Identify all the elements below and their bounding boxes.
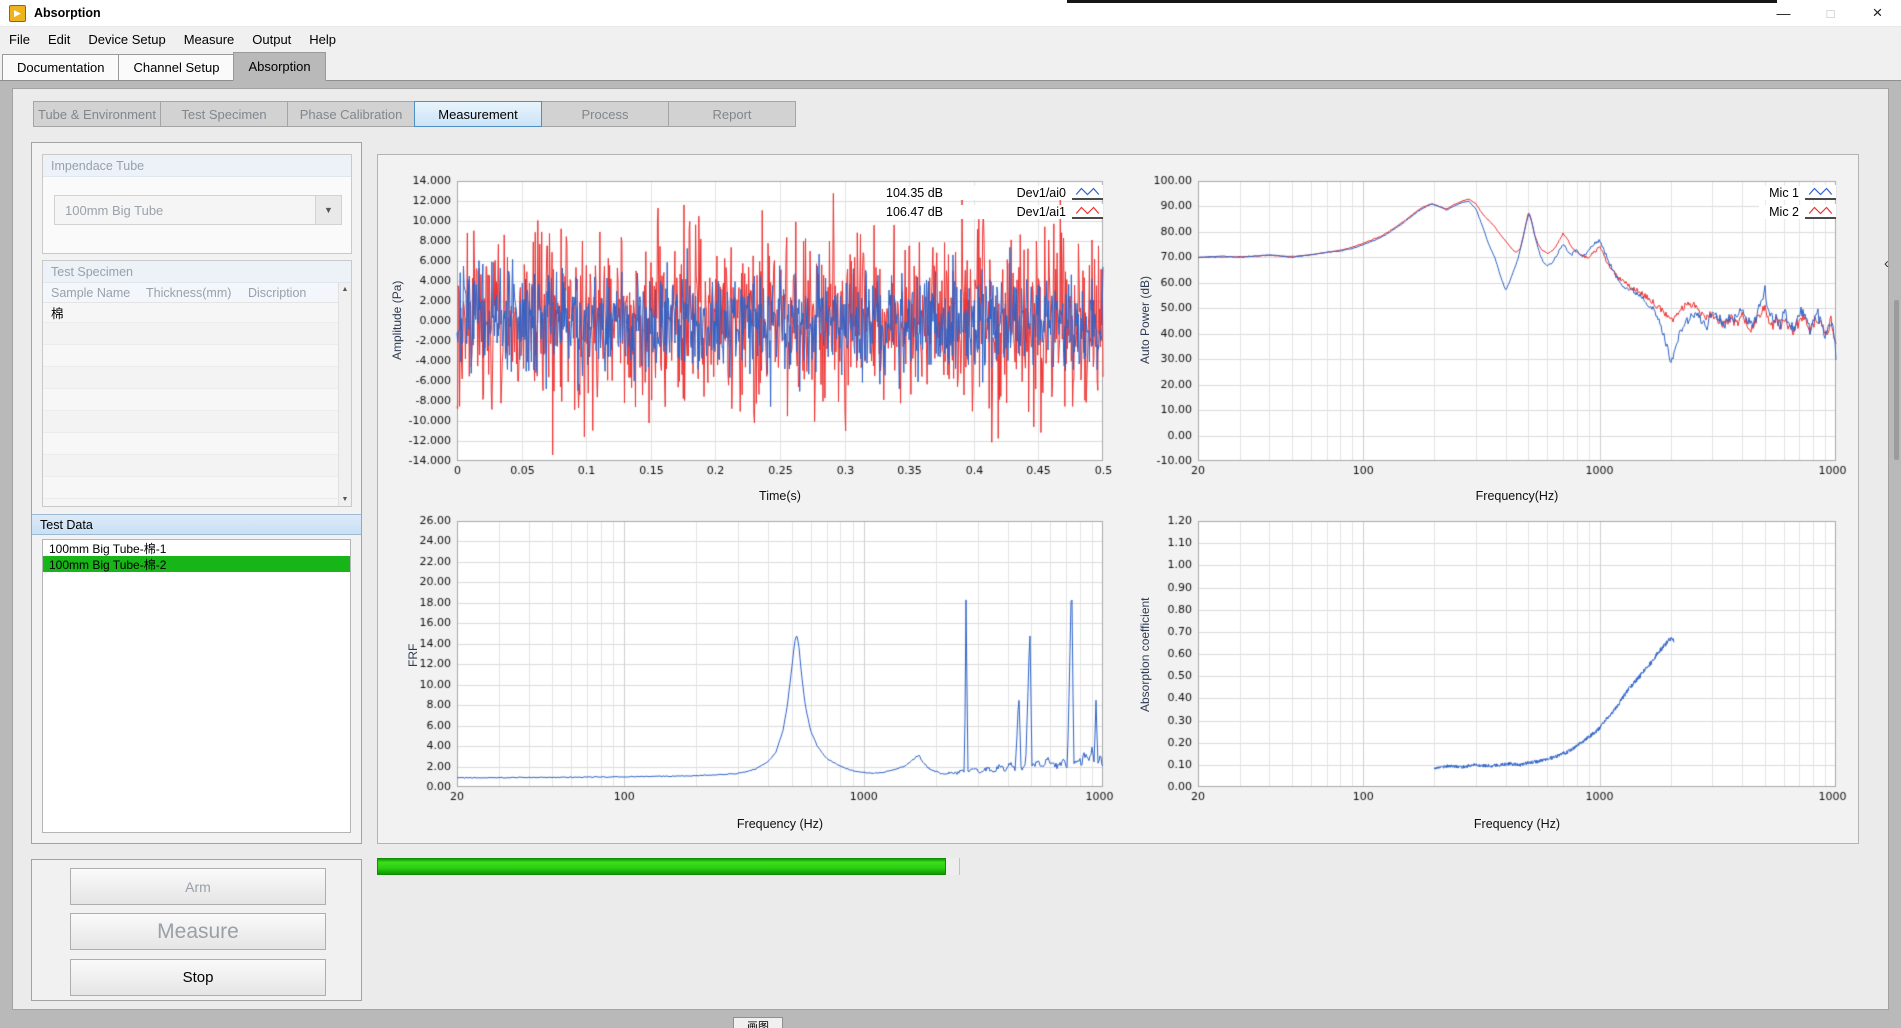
table-row[interactable]: [43, 455, 351, 477]
table-row[interactable]: [43, 323, 351, 345]
table-row[interactable]: [43, 345, 351, 367]
progress-fill: [377, 858, 946, 875]
menu-help[interactable]: Help: [300, 27, 345, 52]
application-window: ▶ Absorption — □ × File Edit Device Setu…: [0, 0, 1901, 1028]
absorption-page: Tube & Environment Test Specimen Phase C…: [0, 81, 1901, 1028]
legend-line-icon: [1805, 185, 1836, 200]
auto-power-legend: Mic 1 Mic 2: [1736, 183, 1836, 221]
collapse-chevron-icon[interactable]: ‹: [1884, 255, 1889, 272]
frf-plot: [378, 495, 1114, 815]
window-controls: — □ ×: [1760, 0, 1901, 26]
subtab-phase-calibration[interactable]: Phase Calibration: [287, 101, 415, 127]
cell-discription: [240, 303, 351, 322]
window-title: Absorption: [34, 6, 101, 20]
level-readout-ai1: 106.47 dB: [882, 205, 995, 219]
cell-thickness: [138, 303, 240, 322]
subtab-process[interactable]: Process: [541, 101, 669, 127]
test-specimen-table: Sample Name Thickness(mm) Discription 棉: [43, 283, 351, 506]
content-panel: Tube & Environment Test Specimen Phase C…: [12, 88, 1889, 1010]
subtab-tube-environment[interactable]: Tube & Environment: [33, 101, 161, 127]
legend-row: 106.47 dB Dev1/ai1: [858, 202, 1103, 221]
y-axis-title-absorption: Absorption coefficient: [1138, 573, 1152, 737]
maximize-button[interactable]: □: [1807, 0, 1854, 26]
charts-panel: Amplitude (Pa) Auto Power (dB) FRF Absor…: [377, 154, 1859, 844]
y-axis-title-amplitude: Amplitude (Pa): [390, 235, 404, 405]
bottom-tab-draw[interactable]: 画图: [733, 1017, 783, 1028]
impedance-tube-group: Impendace Tube 100mm Big Tube ▼: [42, 154, 352, 254]
col-thickness: Thickness(mm): [138, 283, 240, 302]
test-data-list: 100mm Big Tube-棉-1 100mm Big Tube-棉-2: [42, 539, 351, 833]
title-bar: ▶ Absorption — □ ×: [0, 0, 1901, 27]
list-item[interactable]: 100mm Big Tube-棉-1: [43, 540, 350, 556]
arm-button[interactable]: Arm: [70, 868, 326, 905]
legend-row: 104.35 dB Dev1/ai0: [858, 183, 1103, 202]
subtab-test-specimen[interactable]: Test Specimen: [160, 101, 288, 127]
waveform-legend: 104.35 dB Dev1/ai0 106.47 dB Dev1/ai1: [858, 183, 1103, 221]
app-icon: ▶: [9, 5, 26, 22]
measure-button[interactable]: Measure: [70, 913, 326, 950]
minimize-button[interactable]: —: [1760, 0, 1807, 26]
table-row[interactable]: [43, 477, 351, 499]
test-specimen-label: Test Specimen: [43, 261, 351, 283]
sidebar: Impendace Tube 100mm Big Tube ▼ Test Spe…: [31, 142, 362, 844]
list-item[interactable]: 100mm Big Tube-棉-2: [43, 556, 350, 572]
table-row[interactable]: [43, 433, 351, 455]
legend-line-icon: [1805, 204, 1836, 219]
legend-label-ai1[interactable]: Dev1/ai1: [1015, 205, 1072, 219]
level-readout-ai0: 104.35 dB: [882, 186, 995, 200]
legend-label-mic1[interactable]: Mic 1: [1759, 186, 1805, 200]
scroll-up-icon[interactable]: ▲: [342, 286, 349, 293]
menu-measure[interactable]: Measure: [175, 27, 244, 52]
vertical-scrollbar-thumb[interactable]: [1894, 300, 1899, 460]
menu-edit[interactable]: Edit: [39, 27, 79, 52]
menu-output[interactable]: Output: [243, 27, 300, 52]
x-axis-title-frequency-frf: Frequency (Hz): [680, 817, 880, 831]
main-tab-strip: Documentation Channel Setup Absorption: [0, 52, 1901, 81]
tab-channel-setup[interactable]: Channel Setup: [118, 54, 234, 80]
legend-label-ai0[interactable]: Dev1/ai0: [1015, 186, 1072, 200]
table-row[interactable]: [43, 411, 351, 433]
cell-sample-name: 棉: [43, 303, 138, 322]
legend-row: Mic 2: [1736, 202, 1836, 221]
menu-device-setup[interactable]: Device Setup: [79, 27, 174, 52]
table-row[interactable]: [43, 389, 351, 411]
y-axis-title-auto-power: Auto Power (dB): [1138, 235, 1152, 405]
y-axis-title-frf: FRF: [406, 613, 420, 697]
x-axis-title-frequency-abs: Frequency (Hz): [1417, 817, 1617, 831]
legend-line-icon: [1072, 204, 1103, 219]
legend-row: Mic 1: [1736, 183, 1836, 202]
table-header: Sample Name Thickness(mm) Discription: [43, 283, 351, 303]
action-panel: Arm Measure Stop: [31, 859, 362, 1001]
test-data-label: Test Data: [32, 514, 361, 535]
tube-select[interactable]: 100mm Big Tube ▼: [54, 195, 342, 225]
progress-bar: [377, 858, 960, 875]
menu-bar: File Edit Device Setup Measure Output He…: [0, 27, 1901, 52]
tab-absorption[interactable]: Absorption: [233, 52, 325, 81]
background-window-sliver: [1067, 0, 1777, 3]
table-row[interactable]: 棉: [43, 303, 351, 323]
test-specimen-group: Test Specimen Sample Name Thickness(mm) …: [42, 260, 352, 507]
scroll-down-icon[interactable]: ▼: [342, 496, 349, 503]
legend-label-mic2[interactable]: Mic 2: [1759, 205, 1805, 219]
table-scrollbar[interactable]: ▲ ▼: [338, 283, 351, 506]
menu-file[interactable]: File: [0, 27, 39, 52]
play-icon: ▶: [14, 9, 21, 18]
col-discription: Discription: [240, 283, 351, 302]
tube-select-value: 100mm Big Tube: [55, 203, 315, 218]
close-button[interactable]: ×: [1854, 0, 1901, 26]
stop-button[interactable]: Stop: [70, 959, 326, 996]
x-axis-title-time: Time(s): [680, 489, 880, 503]
tab-documentation[interactable]: Documentation: [2, 54, 119, 80]
subtab-report[interactable]: Report: [668, 101, 796, 127]
x-axis-title-frequency-top: Frequency(Hz): [1417, 489, 1617, 503]
table-row[interactable]: [43, 367, 351, 389]
sub-tab-strip: Tube & Environment Test Specimen Phase C…: [34, 101, 796, 127]
legend-line-icon: [1072, 185, 1103, 200]
chevron-down-icon[interactable]: ▼: [315, 196, 341, 224]
absorption-plot: [1119, 495, 1847, 815]
subtab-measurement[interactable]: Measurement: [414, 101, 542, 127]
impedance-tube-label: Impendace Tube: [43, 155, 351, 177]
col-sample-name: Sample Name: [43, 283, 138, 302]
